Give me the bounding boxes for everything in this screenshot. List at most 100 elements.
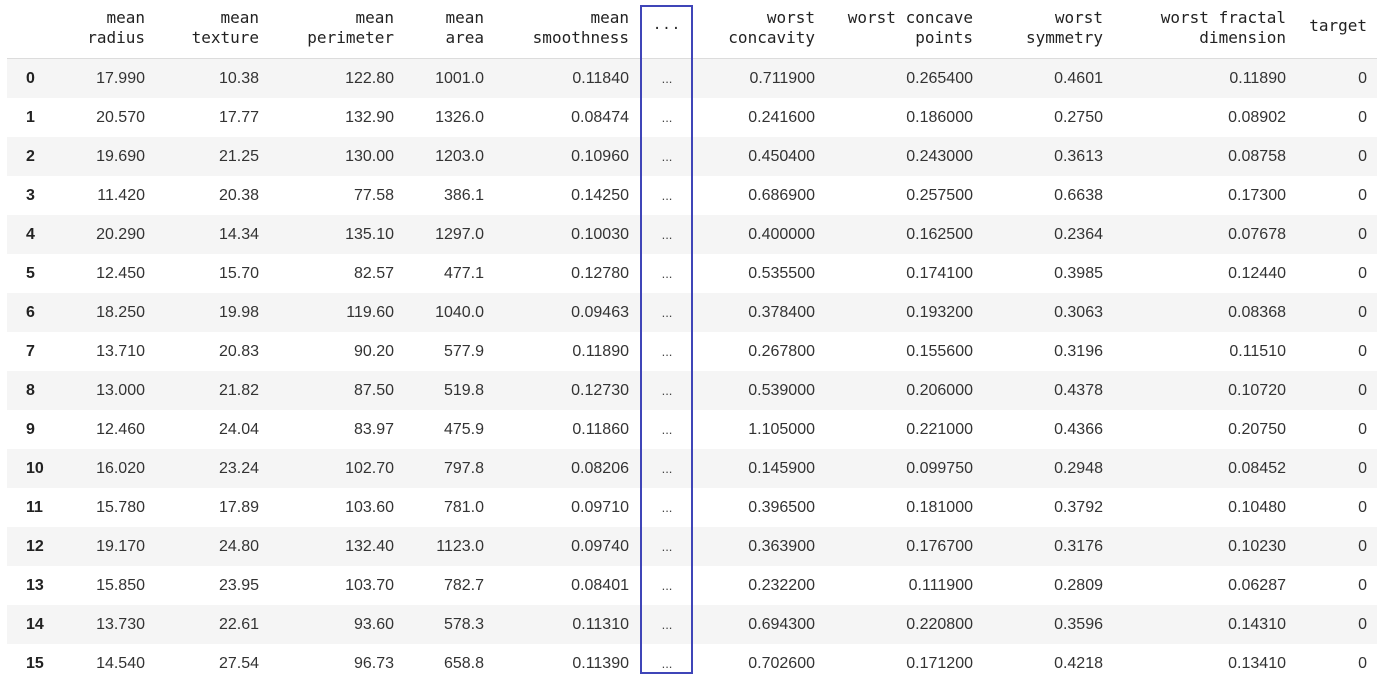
table-cell: 0.400000 <box>695 215 825 254</box>
table-cell: 1123.0 <box>404 527 494 566</box>
table-row: 512.45015.7082.57477.10.12780...0.535500… <box>7 254 1377 293</box>
row-index: 11 <box>7 488 79 527</box>
table-cell: 1297.0 <box>404 215 494 254</box>
table-cell: 0 <box>1296 215 1377 254</box>
table-cell: 132.40 <box>269 527 404 566</box>
table-cell: 16.020 <box>79 449 155 488</box>
table-cell: 0.702600 <box>695 644 825 683</box>
column-header-target: target <box>1296 0 1377 59</box>
table-cell: 0.2364 <box>983 215 1113 254</box>
ellipsis-cell: ... <box>639 449 695 488</box>
table-cell: 0 <box>1296 293 1377 332</box>
table-cell: 519.8 <box>404 371 494 410</box>
table-cell: 0.396500 <box>695 488 825 527</box>
ellipsis-cell: ... <box>639 488 695 527</box>
table-cell: 0.10230 <box>1113 527 1296 566</box>
table-cell: 90.20 <box>269 332 404 371</box>
table-cell: 22.61 <box>155 605 269 644</box>
ellipsis-cell: ... <box>639 215 695 254</box>
table-cell: 15.850 <box>79 566 155 605</box>
table-cell: 1040.0 <box>404 293 494 332</box>
table-cell: 20.83 <box>155 332 269 371</box>
table-cell: 782.7 <box>404 566 494 605</box>
table-cell: 13.730 <box>79 605 155 644</box>
table-cell: 27.54 <box>155 644 269 683</box>
table-row: 813.00021.8287.50519.80.12730...0.539000… <box>7 371 1377 410</box>
table-row: 618.25019.98119.601040.00.09463...0.3784… <box>7 293 1377 332</box>
table-cell: 0.2750 <box>983 98 1113 137</box>
row-index: 10 <box>7 449 79 488</box>
table-cell: 0.10480 <box>1113 488 1296 527</box>
table-row: 1219.17024.80132.401123.00.09740...0.363… <box>7 527 1377 566</box>
table-cell: 20.38 <box>155 176 269 215</box>
table-cell: 0.08368 <box>1113 293 1296 332</box>
table-row: 311.42020.3877.58386.10.14250...0.686900… <box>7 176 1377 215</box>
table-cell: 0.11890 <box>1113 59 1296 99</box>
table-cell: 132.90 <box>269 98 404 137</box>
table-cell: 23.24 <box>155 449 269 488</box>
row-index: 2 <box>7 137 79 176</box>
table-cell: 0.3613 <box>983 137 1113 176</box>
table-cell: 21.25 <box>155 137 269 176</box>
table-cell: 0.3792 <box>983 488 1113 527</box>
dataframe-table: meanradius meantexture meanperimeter mea… <box>7 0 1377 683</box>
table-cell: 0.694300 <box>695 605 825 644</box>
ellipsis-cell: ... <box>639 293 695 332</box>
table-cell: 0.174100 <box>825 254 983 293</box>
table-cell: 0 <box>1296 410 1377 449</box>
ellipsis-cell: ... <box>639 137 695 176</box>
table-cell: 0 <box>1296 644 1377 683</box>
table-cell: 0.363900 <box>695 527 825 566</box>
table-cell: 0 <box>1296 98 1377 137</box>
table-cell: 17.990 <box>79 59 155 99</box>
table-cell: 0.265400 <box>825 59 983 99</box>
ellipsis-cell: ... <box>639 410 695 449</box>
table-cell: 0.155600 <box>825 332 983 371</box>
table-cell: 658.8 <box>404 644 494 683</box>
table-cell: 0 <box>1296 176 1377 215</box>
table-cell: 0.08401 <box>494 566 639 605</box>
table-cell: 0.378400 <box>695 293 825 332</box>
table-cell: 0.257500 <box>825 176 983 215</box>
table-cell: 11.420 <box>79 176 155 215</box>
table-cell: 0.171200 <box>825 644 983 683</box>
column-header-worst-concave-points: worst concavepoints <box>825 0 983 59</box>
table-cell: 20.570 <box>79 98 155 137</box>
table-cell: 15.780 <box>79 488 155 527</box>
table-row: 912.46024.0483.97475.90.11860...1.105000… <box>7 410 1377 449</box>
table-cell: 0.221000 <box>825 410 983 449</box>
table-cell: 0.4218 <box>983 644 1113 683</box>
table-body: 017.99010.38122.801001.00.11840...0.7119… <box>7 59 1377 683</box>
table-cell: 19.98 <box>155 293 269 332</box>
table-cell: 0.176700 <box>825 527 983 566</box>
row-index: 12 <box>7 527 79 566</box>
table-cell: 0.11390 <box>494 644 639 683</box>
row-index: 15 <box>7 644 79 683</box>
table-cell: 0.3176 <box>983 527 1113 566</box>
ellipsis-cell: ... <box>639 332 695 371</box>
table-cell: 87.50 <box>269 371 404 410</box>
header-row: meanradius meantexture meanperimeter mea… <box>7 0 1377 59</box>
table-cell: 578.3 <box>404 605 494 644</box>
table-cell: 1001.0 <box>404 59 494 99</box>
table-cell: 0.10030 <box>494 215 639 254</box>
row-index: 7 <box>7 332 79 371</box>
table-row: 1413.73022.6193.60578.30.11310...0.69430… <box>7 605 1377 644</box>
table-cell: 19.170 <box>79 527 155 566</box>
table-cell: 82.57 <box>269 254 404 293</box>
ellipsis-cell: ... <box>639 605 695 644</box>
table-cell: 0.111900 <box>825 566 983 605</box>
table-cell: 0.07678 <box>1113 215 1296 254</box>
column-header-worst-concavity: worstconcavity <box>695 0 825 59</box>
row-index: 5 <box>7 254 79 293</box>
table-cell: 13.710 <box>79 332 155 371</box>
table-cell: 0.11860 <box>494 410 639 449</box>
table-row: 120.57017.77132.901326.00.08474...0.2416… <box>7 98 1377 137</box>
table-cell: 0 <box>1296 137 1377 176</box>
table-cell: 0.241600 <box>695 98 825 137</box>
table-cell: 23.95 <box>155 566 269 605</box>
table-cell: 0.539000 <box>695 371 825 410</box>
table-cell: 0 <box>1296 527 1377 566</box>
table-cell: 0.17300 <box>1113 176 1296 215</box>
table-cell: 0.3196 <box>983 332 1113 371</box>
